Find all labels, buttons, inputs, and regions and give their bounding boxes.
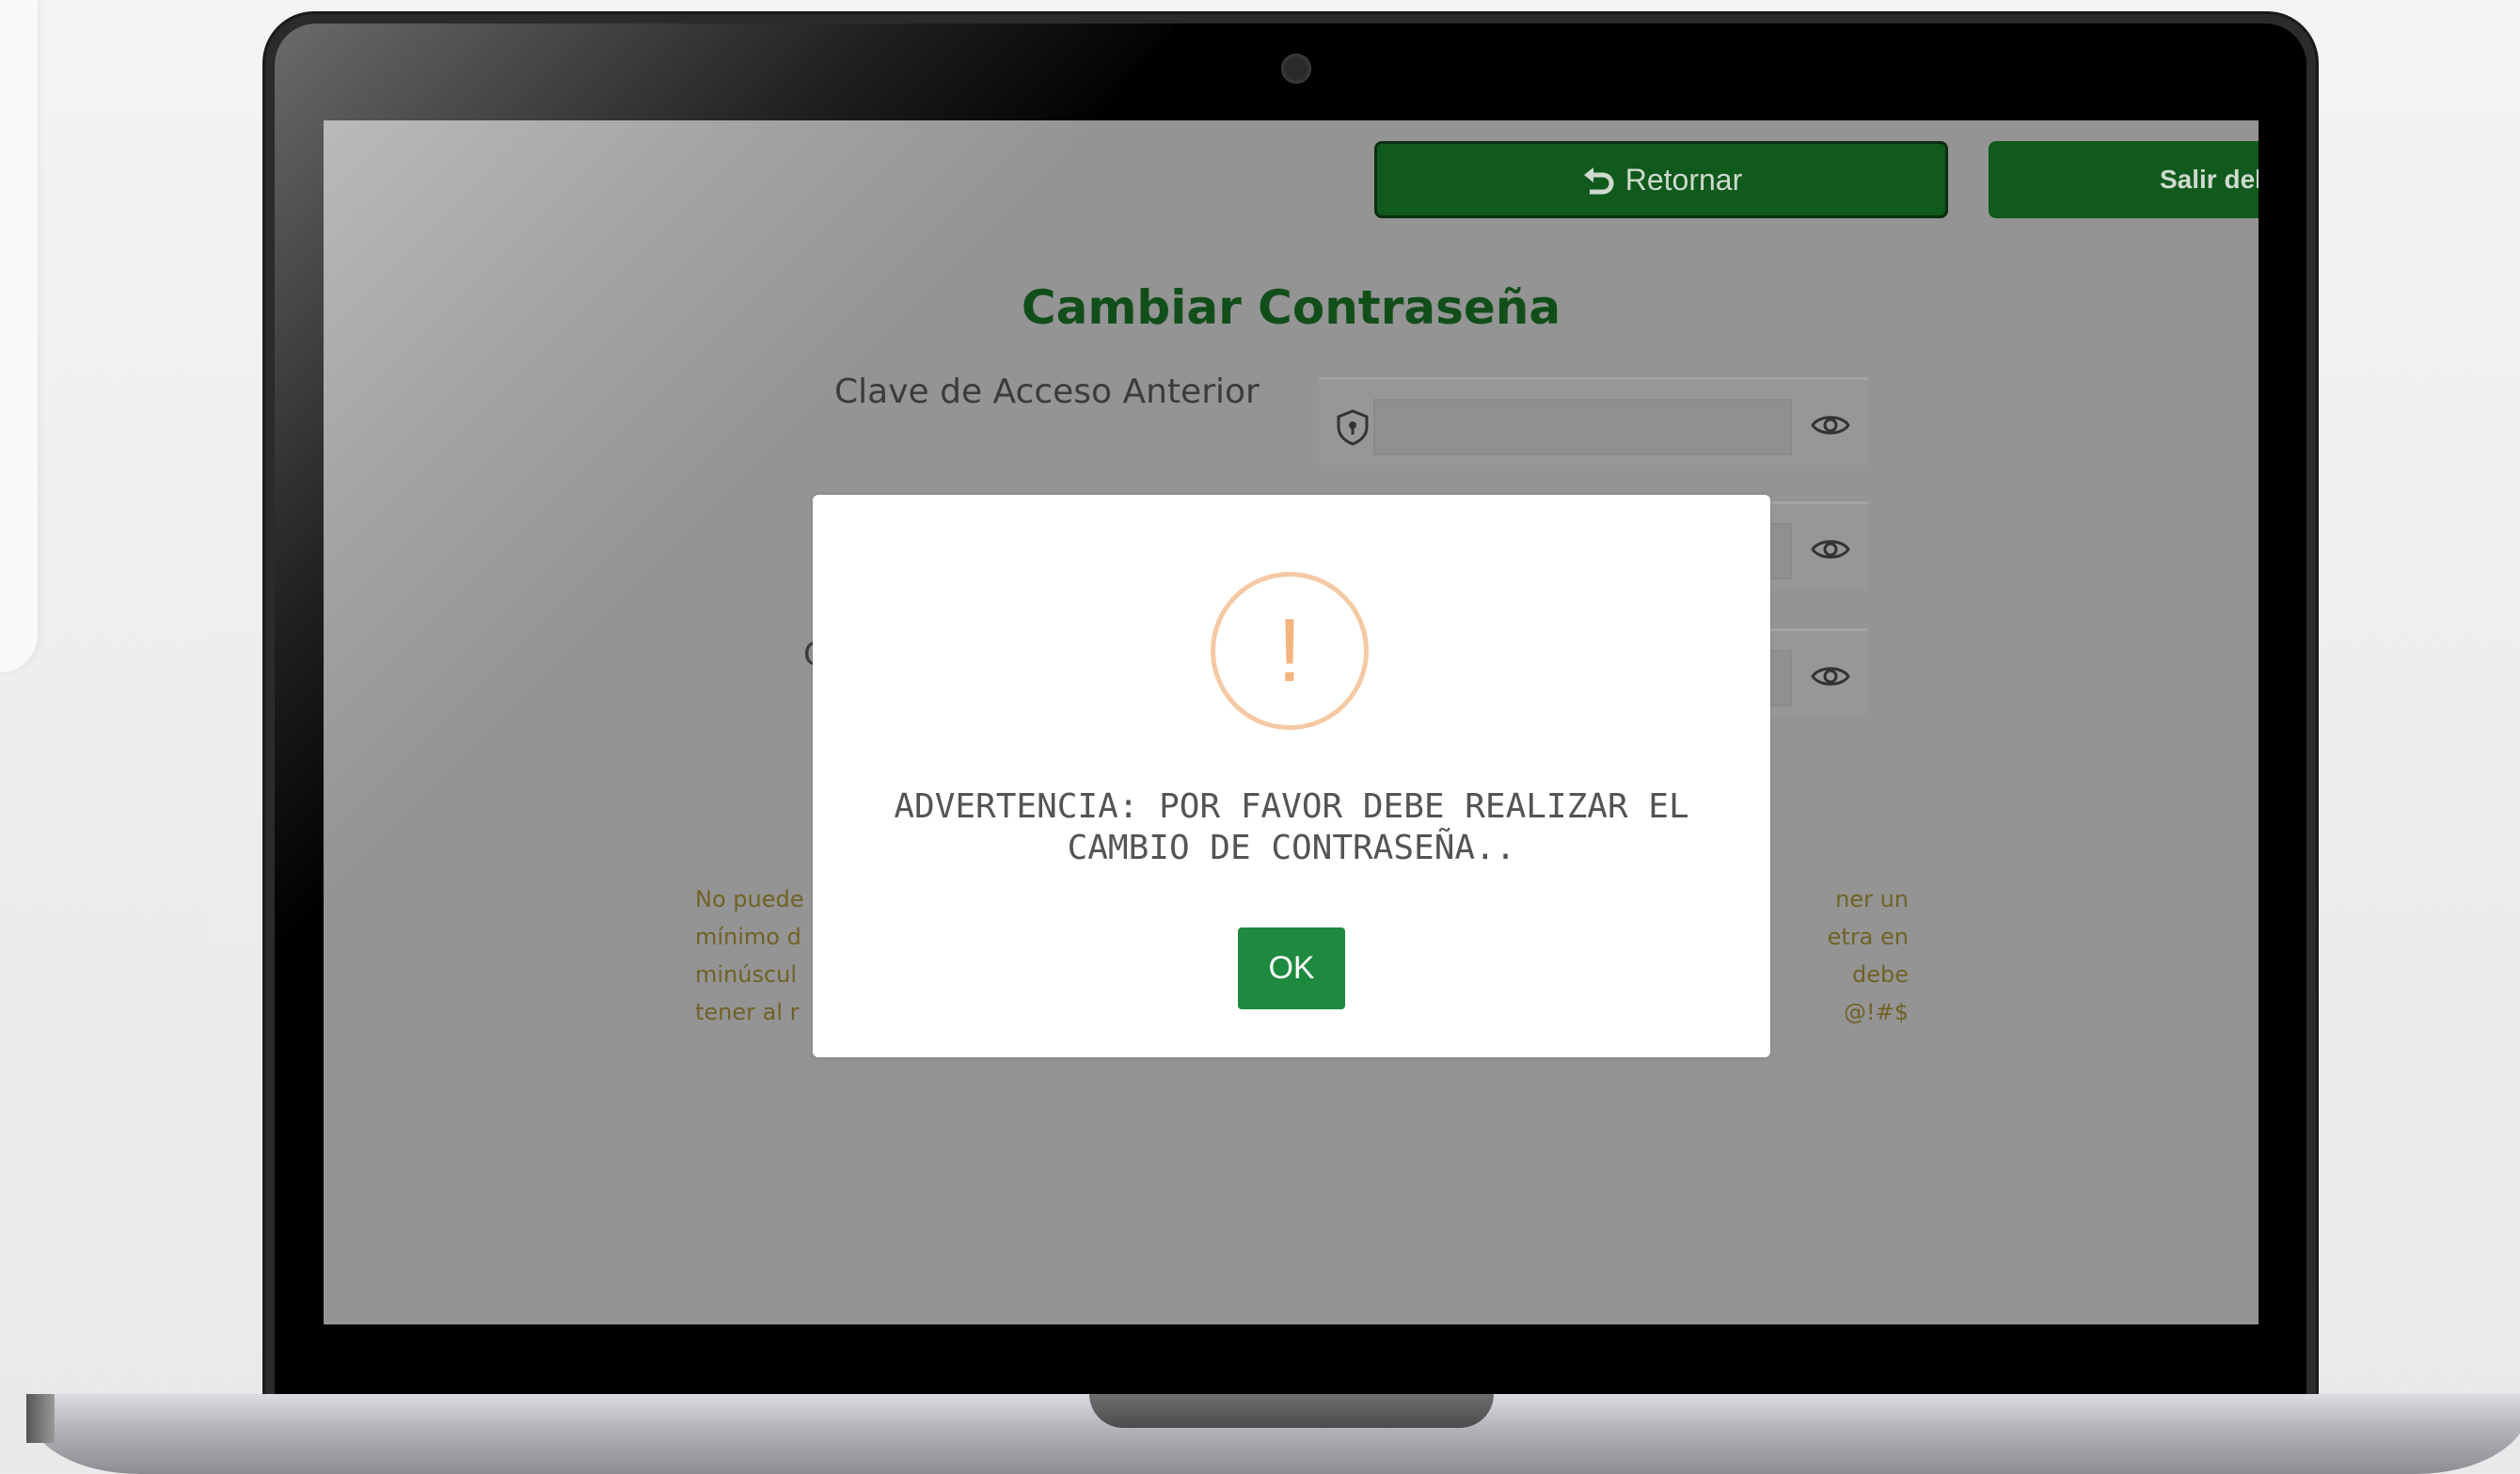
salir-button[interactable]: Salir del S	[1989, 141, 2258, 218]
previous-password-input[interactable]	[1373, 399, 1792, 455]
laptop-notch	[1089, 1394, 1494, 1428]
camera-icon	[1281, 54, 1311, 84]
warning-dialog: ! ADVERTENCIA: POR FAVOR DEBE REALIZAR E…	[813, 495, 1770, 1057]
eye-icon[interactable]	[1810, 411, 1851, 439]
salir-label: Salir del S	[2160, 165, 2258, 194]
previous-password-label: Clave de Acceso Anterior	[834, 372, 1260, 411]
retornar-label: Retornar	[1625, 162, 1743, 197]
laptop-bezel: Retornar Salir del S Cambiar Contraseña …	[275, 24, 2306, 1406]
laptop-base-edge	[26, 1394, 55, 1443]
exclamation-icon: !	[1276, 600, 1303, 701]
eye-icon[interactable]	[1810, 662, 1851, 690]
password-rules-note-right: ner un etra en debe @!#$	[1827, 886, 1909, 1025]
warning-message-line1: ADVERTENCIA: POR FAVOR DEBE REALIZAR EL	[894, 787, 1689, 826]
eye-icon[interactable]	[1810, 535, 1851, 563]
retornar-button[interactable]: Retornar	[1374, 141, 1948, 218]
password-rules-note: No puede mínimo d minúscul tener al r	[695, 886, 804, 1025]
warning-circle-icon: !	[1211, 572, 1369, 730]
app-screen: Retornar Salir del S Cambiar Contraseña …	[324, 120, 2258, 1324]
page-title: Cambiar Contraseña	[1021, 280, 1561, 335]
warning-message: ADVERTENCIA: POR FAVOR DEBE REALIZAR EL …	[850, 786, 1733, 869]
ok-button[interactable]: OK	[1238, 927, 1345, 1009]
previous-password-group	[1319, 377, 1868, 466]
shield-lock-icon	[1337, 409, 1369, 446]
laptop-lid: Retornar Salir del S Cambiar Contraseña …	[265, 14, 2316, 1406]
background-side-panel	[0, 0, 38, 673]
warning-message-line2: CAMBIO DE CONTRASEÑA..	[1067, 829, 1516, 867]
undo-arrow-icon	[1583, 167, 1614, 195]
